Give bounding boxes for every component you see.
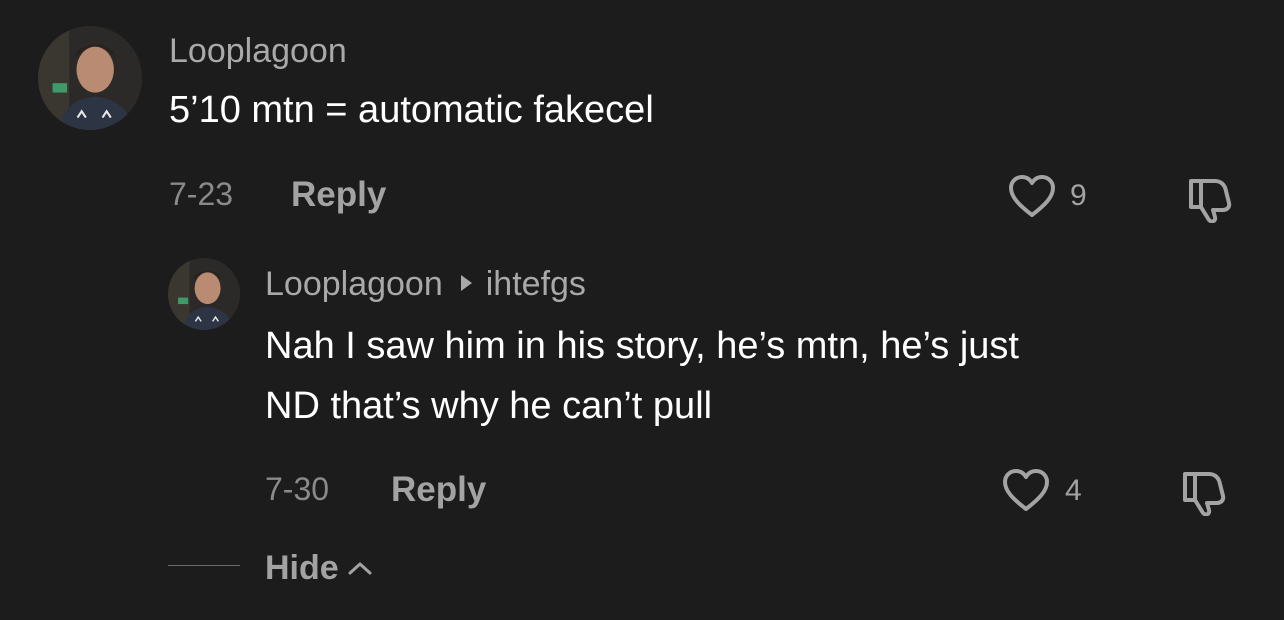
reply-text-line-1: Nah I saw him in his story, he’s mtn, he… — [265, 325, 1019, 367]
reply-username[interactable]: Looplagoon — [265, 265, 443, 303]
reply-to-username[interactable]: ihtefgs — [486, 265, 586, 303]
heart-outline-icon[interactable] — [1007, 173, 1057, 219]
thumbs-down-icon[interactable] — [1185, 173, 1237, 223]
avatar[interactable] — [38, 26, 142, 130]
reply-reply-button[interactable]: Reply — [391, 472, 486, 507]
reply-button[interactable]: Reply — [291, 177, 386, 212]
hide-replies-button[interactable]: Hide — [265, 550, 373, 586]
replies-divider — [168, 565, 240, 566]
hide-label: Hide — [265, 549, 339, 587]
comment-text: 5’10 mtn = automatic fakecel — [169, 89, 654, 131]
heart-outline-icon[interactable] — [1001, 467, 1051, 513]
triangle-right-icon — [460, 275, 472, 292]
reply-username-row: Looplagoon ihtefgs — [265, 267, 586, 301]
like-count: 9 — [1070, 179, 1087, 212]
comment-username[interactable]: Looplagoon — [169, 34, 347, 68]
reply-avatar[interactable] — [168, 258, 240, 330]
avatar-image — [38, 26, 142, 130]
avatar-image — [168, 258, 240, 330]
reply-text-line-2: ND that’s why he can’t pull — [265, 385, 713, 427]
reply-date: 7-30 — [265, 471, 330, 507]
thumbs-down-icon[interactable] — [1179, 466, 1231, 516]
chevron-up-icon — [347, 559, 373, 577]
comment-date: 7-23 — [169, 176, 234, 212]
reply-like-count: 4 — [1065, 474, 1082, 507]
